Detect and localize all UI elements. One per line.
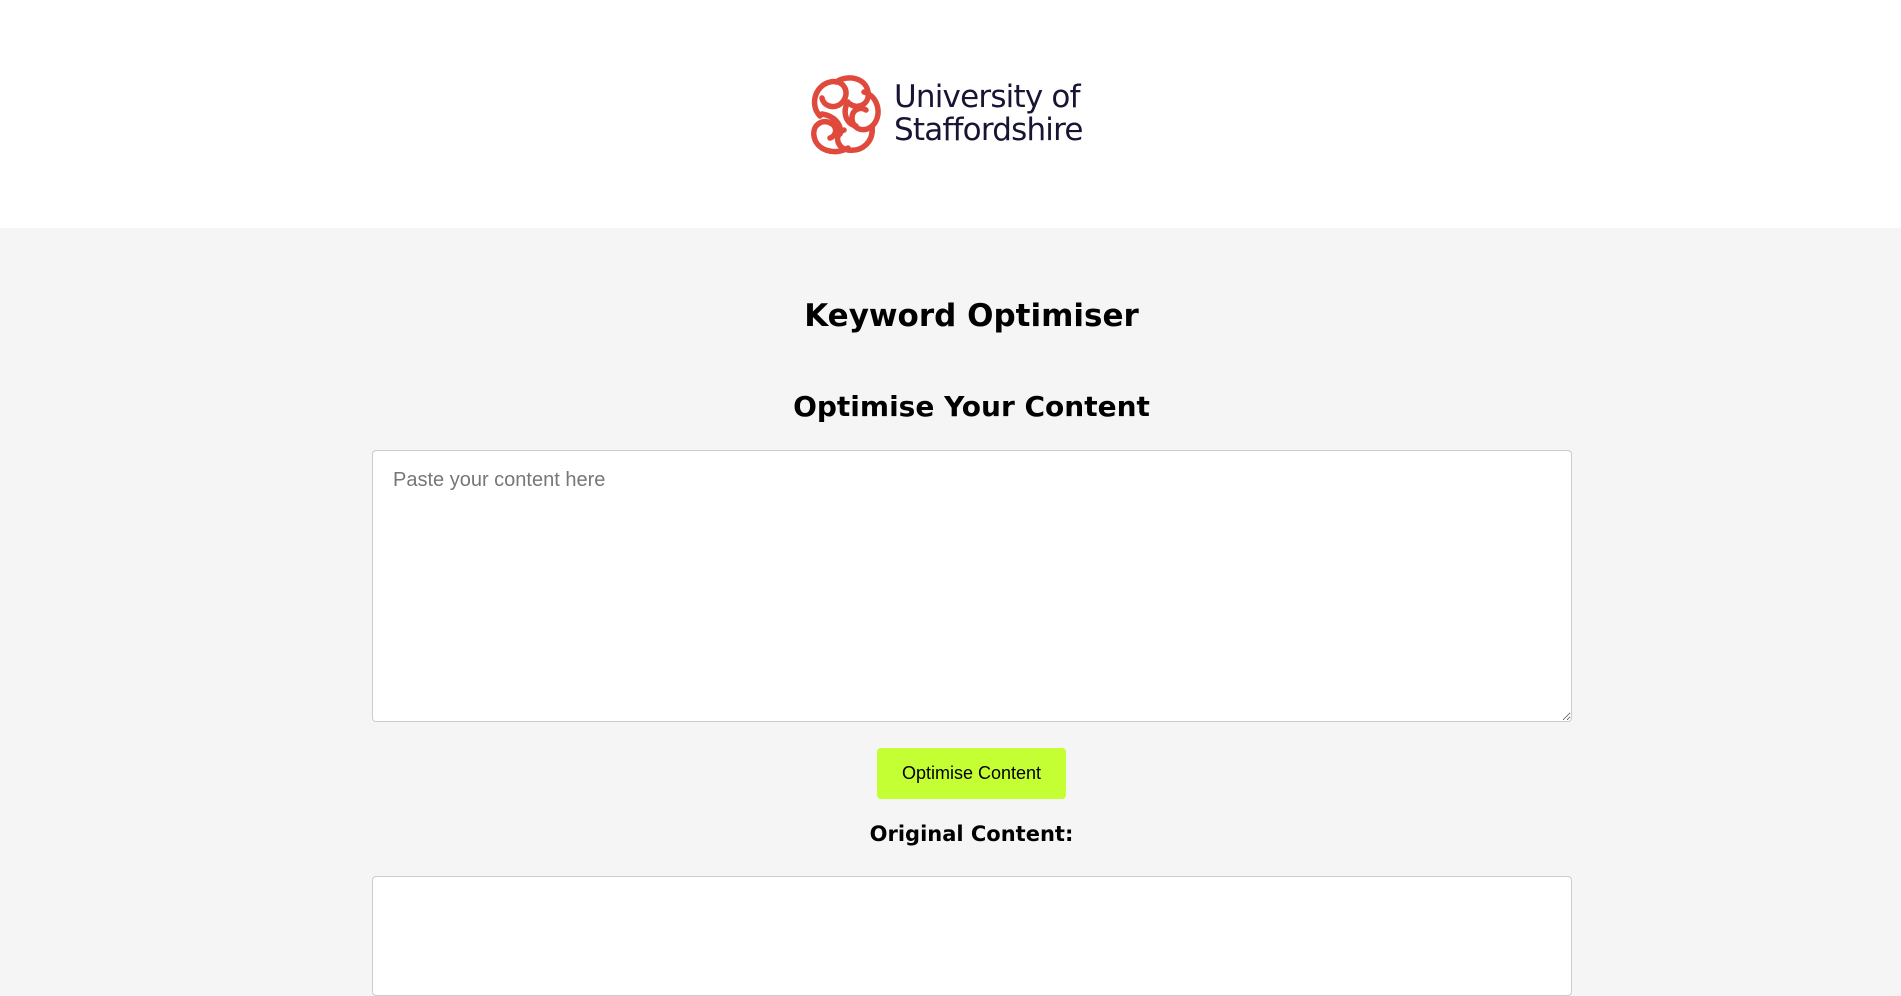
original-content-box [372,876,1572,996]
logo-text-line2: Staffordshire [894,112,1083,148]
logo-wordmark: University of Staffordshire [894,81,1083,147]
main-content: Keyword Optimiser Optimise Your Content … [0,228,1901,996]
page-title: Keyword Optimiser [804,298,1139,334]
site-header: University of Staffordshire [0,0,1901,228]
section-title: Optimise Your Content [793,390,1150,423]
optimise-content-button[interactable]: Optimise Content [877,748,1066,799]
logo-text-line1: University of [894,79,1081,115]
original-content-label: Original Content: [869,822,1074,846]
content-textarea[interactable] [372,450,1572,722]
university-logo[interactable]: University of Staffordshire [808,72,1083,156]
knot-logo-icon [811,75,881,155]
